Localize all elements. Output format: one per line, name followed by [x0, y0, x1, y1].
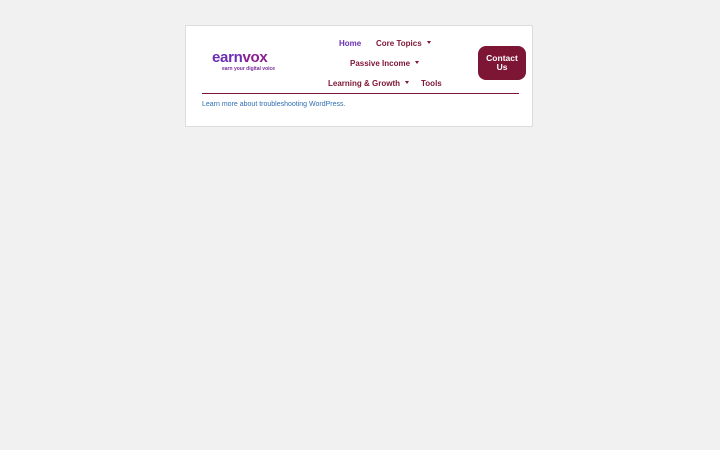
contact-us-button[interactable]: Contact Us — [478, 46, 526, 80]
nav-item-core-topics[interactable]: Core Topics — [376, 39, 431, 49]
nav-item-tools[interactable]: Tools — [421, 79, 442, 89]
header-divider — [202, 93, 519, 94]
logo-tagline: earn your digital voice — [222, 66, 276, 72]
nav-item-label: Passive Income — [350, 59, 411, 68]
troubleshooting-link[interactable]: Learn more about troubleshooting WordPre… — [202, 100, 345, 109]
chevron-down-icon — [415, 61, 420, 65]
nav-item-learning-growth[interactable]: Learning & Growth — [328, 79, 409, 89]
contact-us-label: Contact Us — [486, 53, 518, 72]
nav-item-label: Core Topics — [376, 39, 422, 48]
chevron-down-icon — [426, 41, 431, 45]
content-card: earnvox earn your digital voice Home Cor… — [185, 25, 533, 127]
logo-wordmark: earnvox — [212, 49, 268, 66]
nav-item-passive-income[interactable]: Passive Income — [350, 59, 420, 69]
site-logo[interactable]: earnvox earn your digital voice — [212, 50, 282, 74]
chevron-down-icon — [405, 81, 409, 85]
nav-item-label: Tools — [421, 79, 442, 88]
nav-item-label: Home — [339, 39, 362, 48]
nav-item-label: Learning & Growth — [328, 79, 400, 88]
nav-item-home[interactable]: Home — [339, 39, 361, 49]
